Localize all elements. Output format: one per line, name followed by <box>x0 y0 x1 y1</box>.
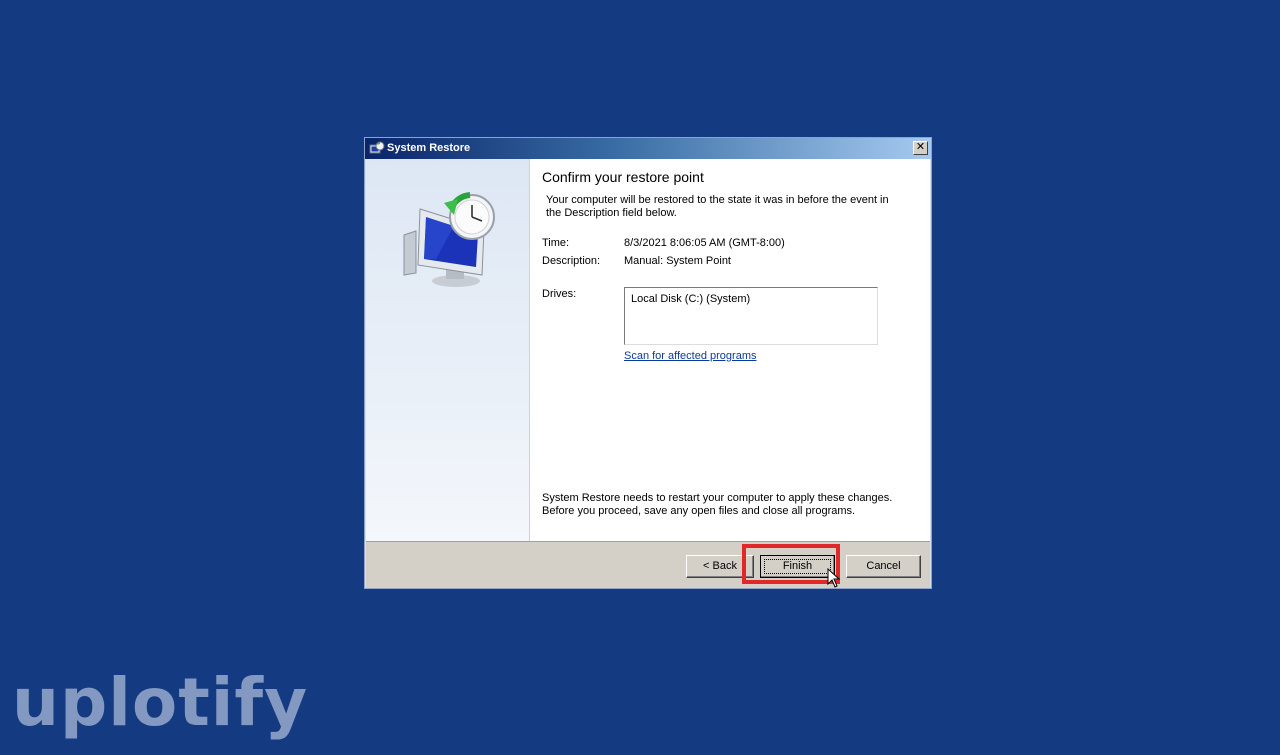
time-value: 8/3/2021 8:06:05 AM (GMT-8:00) <box>624 237 785 249</box>
finish-highlight-box <box>742 544 840 584</box>
window-title: System Restore <box>387 142 471 154</box>
intro-text: Your computer will be restored to the st… <box>546 194 889 219</box>
button-bar: < Back Finish Cancel <box>366 541 930 588</box>
title-bar: System Restore ✕ <box>365 138 931 159</box>
desktop: System Restore ✕ Confirm your restore po… <box>0 0 1280 755</box>
close-button[interactable]: ✕ <box>913 141 928 155</box>
drives-list[interactable]: Local Disk (C:) (System) <box>624 287 878 345</box>
page-title: Confirm your restore point <box>542 169 704 185</box>
description-value: Manual: System Point <box>624 255 731 267</box>
content-area: Confirm your restore point Your computer… <box>542 159 922 541</box>
drives-label: Drives: <box>542 288 577 300</box>
watermark-logo: uplotify <box>12 664 309 741</box>
system-restore-icon <box>369 141 385 154</box>
restart-notice: System Restore needs to restart your com… <box>542 492 893 517</box>
mouse-pointer-icon <box>827 568 841 588</box>
time-label: Time: <box>542 237 570 249</box>
system-restore-dialog: System Restore ✕ Confirm your restore po… <box>364 137 932 589</box>
cancel-button[interactable]: Cancel <box>846 555 921 578</box>
scan-affected-programs-link[interactable]: Scan for affected programs <box>624 350 756 362</box>
side-panel <box>366 159 530 541</box>
list-item[interactable]: Local Disk (C:) (System) <box>631 293 750 305</box>
description-label: Description: <box>542 255 601 267</box>
monitor-clock-restore-icon <box>403 192 495 287</box>
